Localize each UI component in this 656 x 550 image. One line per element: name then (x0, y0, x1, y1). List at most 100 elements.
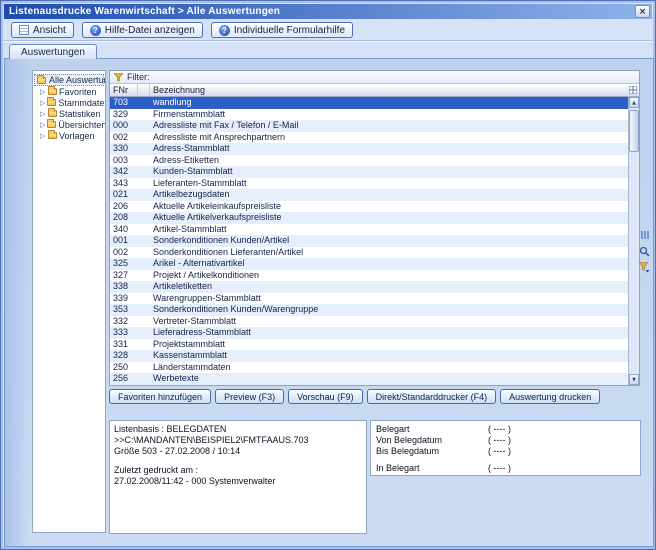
tree-item-stammdaten[interactable]: ▷ Stammdaten (34, 97, 104, 108)
expand-icon[interactable]: ▷ (40, 110, 46, 118)
row-icon-cell (138, 362, 150, 374)
table-row[interactable]: 003Adress-Etiketten (110, 155, 628, 167)
view-icon (19, 25, 29, 35)
table-row[interactable]: 002Sonderkonditionen Lieferanten/Artikel (110, 247, 628, 259)
preview-button[interactable]: Preview (F3) (215, 389, 284, 404)
row-icon-cell (138, 224, 150, 236)
ansicht-button[interactable]: Ansicht (11, 22, 74, 38)
filter-menu-button[interactable] (639, 261, 651, 273)
expand-icon[interactable]: ▷ (40, 99, 45, 107)
columns-icon (640, 230, 650, 240)
tree-item-vorlagen[interactable]: ▷Vorlagen (34, 130, 104, 141)
last-printed-label: Zuletzt gedruckt am : (114, 465, 362, 476)
row-fnr: 208 (110, 212, 138, 224)
table-row[interactable]: 208Aktuelle Artikelverkaufspreisliste (110, 212, 628, 224)
report-grid: Filter: FNr Bezeichnung 703wandlung329Fi… (109, 70, 640, 386)
beleg-field: Belegart( ---- ) (376, 424, 635, 435)
toolbar-divider (4, 40, 652, 42)
column-header-fnr[interactable]: FNr (110, 84, 138, 96)
row-icon-cell (138, 155, 150, 167)
search-button[interactable] (639, 245, 651, 257)
tree-item-statistiken[interactable]: ▷Statistiken (34, 108, 104, 119)
tree-root-alle-auswertungen[interactable]: Alle Auswertungen (34, 74, 104, 86)
scroll-up-button[interactable]: ▲ (629, 97, 639, 108)
folder-icon (48, 88, 57, 95)
table-row[interactable]: 330Adress-Stammblatt (110, 143, 628, 155)
column-header-bezeichnung[interactable]: Bezeichnung (150, 84, 626, 96)
row-icon-cell (138, 339, 150, 351)
table-row[interactable]: 327Projekt / Artikelkonditionen (110, 270, 628, 282)
table-row[interactable]: 332 Vertreter-Stammblatt (110, 316, 628, 328)
table-row[interactable]: 331Projektstammblatt (110, 339, 628, 351)
row-fnr: 327 (110, 270, 138, 282)
table-row[interactable]: 343Lieferanten-Stammblatt (110, 178, 628, 190)
filter-bar[interactable]: Filter: (110, 71, 639, 84)
table-row[interactable]: 342Kunden-Stammblatt (110, 166, 628, 178)
formularhilfe-button[interactable]: ? Individuelle Formularhilfe (211, 22, 353, 38)
row-bezeichnung: Vertreter-Stammblatt (150, 316, 628, 328)
table-row[interactable]: 353 Sonderkonditionen Kunden/Warengruppe (110, 304, 628, 316)
tree-item-favoriten[interactable]: ▷Favoriten (34, 86, 104, 97)
row-icon-cell (138, 327, 150, 339)
row-fnr: 256 (110, 373, 138, 385)
column-options-button[interactable] (626, 84, 639, 96)
table-row[interactable]: 340Artikel-Stammblatt (110, 224, 628, 236)
row-bezeichnung: Sonderkonditionen Kunden/Warengruppe (150, 304, 628, 316)
row-fnr: 332 (110, 316, 138, 328)
table-row[interactable]: 338Artikeletiketten (110, 281, 628, 293)
row-icon-cell (138, 247, 150, 259)
hilfe-datei-button[interactable]: ? Hilfe-Datei anzeigen (82, 22, 203, 38)
row-fnr: 331 (110, 339, 138, 351)
table-row[interactable]: 333Lieferadress-Stammblatt (110, 327, 628, 339)
grid-body: 703wandlung329Firmenstammblatt000 Adressl… (110, 97, 628, 385)
scroll-down-button[interactable]: ▼ (629, 374, 639, 385)
favoriten-hinzufuegen-button[interactable]: Favoriten hinzufügen (109, 389, 211, 404)
table-row[interactable]: 001Sonderkonditionen Kunden/Artikel (110, 235, 628, 247)
table-row[interactable]: 000 Adressliste mit Fax / Telefon / E-Mai… (110, 120, 628, 132)
expand-icon[interactable]: ▷ (40, 88, 46, 96)
beleg-field: In Belegart( ---- ) (376, 463, 635, 474)
table-row[interactable]: 339Warengruppen-Stammblatt (110, 293, 628, 305)
file-path-line: >>C:\MANDANTEN\BEISPIEL2\FMTFAAUS.703 (114, 435, 362, 446)
tree-item-label: Stammdaten (58, 98, 106, 108)
table-row[interactable]: 021 Artikelbezugsdaten (110, 189, 628, 201)
table-row[interactable]: 329Firmenstammblatt (110, 109, 628, 121)
row-fnr: 353 (110, 304, 138, 316)
folder-icon (48, 132, 57, 139)
table-row[interactable]: 256Werbetexte (110, 373, 628, 385)
beleg-field: Bis Belegdatum( ---- ) (376, 446, 635, 457)
direkt-standarddrucker-button[interactable]: Direkt/Standarddrucker (F4) (367, 389, 497, 404)
titlebar: Listenausdrucke Warenwirtschaft > Alle A… (4, 4, 652, 19)
expand-icon[interactable]: ▷ (40, 121, 45, 129)
tab-auswertungen[interactable]: Auswertungen (9, 44, 97, 59)
columns-button[interactable] (639, 229, 651, 241)
table-row[interactable]: 250Länderstammdaten (110, 362, 628, 374)
scrollbar-thumb[interactable] (629, 110, 639, 152)
table-row[interactable]: 325Arikel - Alternativartikel (110, 258, 628, 270)
side-toolbar (638, 229, 651, 273)
table-row[interactable]: 206Aktuelle Artikeleinkaufspreisliste (110, 201, 628, 213)
row-fnr: 021 (110, 189, 138, 201)
tree-item-übersichten[interactable]: ▷Übersichten (34, 119, 104, 130)
toolbar: Ansicht ? Hilfe-Datei anzeigen ? Individ… (4, 21, 652, 39)
table-row[interactable]: 703wandlung (110, 97, 628, 109)
column-header-icon[interactable] (138, 84, 150, 96)
table-row[interactable]: 328Kassenstammblatt (110, 350, 628, 362)
row-bezeichnung: Adressliste mit Ansprechpartnern (150, 132, 628, 144)
close-button[interactable]: × (635, 5, 650, 18)
table-row[interactable]: 002Adressliste mit Ansprechpartnern (110, 132, 628, 144)
row-bezeichnung: Artikelbezugsdaten (150, 189, 628, 201)
row-bezeichnung: Adressliste mit Fax / Telefon / E-Mail (150, 120, 628, 132)
row-bezeichnung: Warengruppen-Stammblatt (150, 293, 628, 305)
action-button-row: Favoriten hinzufügen Preview (F3) Vorschau… (109, 389, 600, 404)
row-icon-cell (138, 201, 150, 213)
tree-root-label: Alle Auswertungen (49, 75, 106, 85)
vorschau-button[interactable]: Vorschau (F9) (288, 389, 363, 404)
expand-icon[interactable]: ▷ (40, 132, 46, 140)
folder-icon (47, 99, 56, 106)
row-icon-cell (138, 178, 150, 190)
beleg-label: Von Belegdatum (376, 435, 488, 446)
grid-scroll-region: 703wandlung329Firmenstammblatt000 Adressl… (110, 97, 639, 385)
row-fnr: 000 (110, 120, 138, 132)
auswertung-drucken-button[interactable]: Auswertung drucken (500, 389, 600, 404)
